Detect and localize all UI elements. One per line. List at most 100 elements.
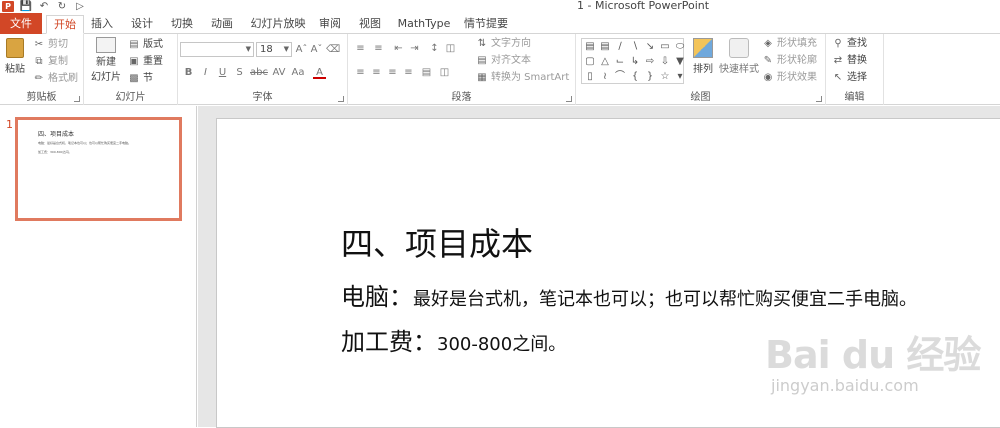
oval-icon[interactable]: ⬭	[673, 40, 687, 54]
layout-button[interactable]: ▤ 版式	[128, 38, 163, 52]
char-spacing-button[interactable]: AV	[271, 66, 287, 79]
slide-bullet[interactable]: 电脑：最好是台式机，笔记本也可以；也可以帮忙购买便宜二手电脑。	[341, 277, 917, 312]
tab-review[interactable]: 审阅	[314, 15, 346, 34]
tab-animations[interactable]: 动画	[206, 15, 238, 34]
smartart-button[interactable]: ▦ 转换为 SmartArt	[476, 71, 569, 85]
tab-insert[interactable]: 插入	[86, 15, 118, 34]
tab-home[interactable]: 开始	[46, 15, 84, 34]
slide-title[interactable]: 四、项目成本	[341, 219, 533, 265]
rounded-rectangle-icon[interactable]: ▢	[583, 55, 597, 69]
text-direction-icon: ⇅	[477, 38, 487, 49]
arc-icon[interactable]: ⌒	[613, 70, 627, 84]
bullets-icon[interactable]: ≡	[354, 42, 367, 55]
elbow-arrow-icon[interactable]: ↳	[628, 55, 642, 69]
font-size-combo[interactable]: 18 ▼	[256, 42, 292, 57]
replace-button[interactable]: ⇄ 替换	[832, 54, 867, 68]
left-brace-icon[interactable]: {	[628, 70, 642, 84]
section-button[interactable]: ▩ 节	[128, 72, 153, 86]
decrease-indent-icon[interactable]: ⇤	[392, 42, 405, 55]
tab-transitions[interactable]: 切换	[166, 15, 198, 34]
tab-view[interactable]: 视图	[354, 15, 386, 34]
gallery-expand-icon[interactable]: ▾	[673, 70, 687, 84]
slide-thumbnail[interactable]: 四、项目成本 电脑：最好是台式机，笔记本也可以；也可以帮忙购买便宜二手电脑。 加…	[15, 117, 182, 221]
window-title: 1 - Microsoft PowerPoint	[577, 0, 710, 12]
layout-icon: ▤	[129, 39, 139, 50]
rectangle-icon[interactable]: ▭	[658, 40, 672, 54]
undo-icon[interactable]: ↶	[38, 1, 50, 12]
find-button[interactable]: ⚲ 查找	[832, 37, 867, 51]
shape-effects-button[interactable]: ◉ 形状效果	[762, 71, 817, 85]
columns-2-icon[interactable]: ◫	[438, 66, 451, 79]
tab-file[interactable]: 文件	[0, 13, 42, 34]
paragraph-launcher-icon[interactable]	[566, 96, 572, 102]
underline-button[interactable]: U	[216, 66, 229, 79]
vertical-textbox-icon[interactable]: ▤	[598, 40, 612, 54]
bold-button[interactable]: B	[182, 66, 195, 79]
grow-font-icon[interactable]: Aˆ	[295, 43, 308, 56]
text-direction-button[interactable]: ⇅ 文字方向	[476, 37, 531, 51]
arrow-line-icon[interactable]: ↘	[643, 40, 657, 54]
slide-bullet[interactable]: 加工费：300-800之间。	[341, 322, 566, 357]
align-center-icon[interactable]: ≡	[370, 66, 383, 79]
paste-button[interactable]: 粘贴	[3, 38, 27, 75]
align-left-icon[interactable]: ≡	[354, 66, 367, 79]
slide-canvas[interactable]: 四、项目成本 电脑：最好是台式机，笔记本也可以；也可以帮忙购买便宜二手电脑。 加…	[216, 118, 1000, 428]
redo-icon[interactable]: ↻	[56, 1, 68, 12]
diagonal-line-icon[interactable]: ∖	[628, 40, 642, 54]
curve-icon[interactable]: ≀	[598, 70, 612, 84]
triangle-icon[interactable]: △	[598, 55, 612, 69]
more-shapes-icon[interactable]: ▼	[673, 55, 687, 69]
drawing-launcher-icon[interactable]	[816, 96, 822, 102]
ribbon-tabs: 文件 开始 插入 设计 切换 动画 幻灯片放映 审阅 视图 MathType 情…	[0, 13, 1000, 34]
down-arrow-icon[interactable]: ⇩	[658, 55, 672, 69]
ppt-logo-icon: P	[2, 1, 14, 12]
line-spacing-icon[interactable]: ↕	[428, 42, 441, 55]
copy-icon: ⧉	[35, 56, 43, 67]
font-name-combo[interactable]: ▼	[180, 42, 254, 57]
shrink-font-icon[interactable]: Aˇ	[310, 43, 323, 56]
shapes-gallery[interactable]: ▤ ▤ ∕ ∖ ↘ ▭ ⬭ ▢ △ ⌙ ↳ ⇨ ⇩ ▼ ▯ ≀ ⌒ { } ☆ …	[581, 38, 684, 84]
textbox-icon[interactable]: ▤	[583, 40, 597, 54]
italic-button[interactable]: I	[199, 66, 212, 79]
copy-button[interactable]: ⧉ 复制	[33, 55, 68, 69]
freeform-icon[interactable]: ▯	[583, 70, 597, 84]
increase-indent-icon[interactable]: ⇥	[408, 42, 421, 55]
fill-icon: ◈	[764, 38, 772, 49]
cut-button[interactable]: ✂ 剪切	[33, 38, 68, 52]
tab-design[interactable]: 设计	[126, 15, 158, 34]
star-icon[interactable]: ☆	[658, 70, 672, 84]
start-presentation-icon[interactable]: ▷	[74, 1, 86, 12]
align-right-icon[interactable]: ≡	[386, 66, 399, 79]
tab-mathtype[interactable]: MathType	[396, 15, 452, 34]
numbering-icon[interactable]: ≡	[372, 42, 385, 55]
change-case-button[interactable]: Aa	[290, 66, 306, 79]
right-brace-icon[interactable]: }	[643, 70, 657, 84]
distribute-icon[interactable]: ▤	[420, 66, 433, 79]
paste-icon	[6, 38, 24, 58]
new-slide-button[interactable]: 新建 幻灯片	[88, 37, 124, 83]
line-icon[interactable]: ∕	[613, 40, 627, 54]
slide-thumbnail-pane: 1 四、项目成本 电脑：最好是台式机，笔记本也可以；也可以帮忙购买便宜二手电脑。…	[0, 106, 197, 427]
clipboard-launcher-icon[interactable]	[74, 96, 80, 102]
justify-icon[interactable]: ≡	[402, 66, 415, 79]
quick-styles-button[interactable]: 快速样式	[719, 38, 759, 75]
arrange-button[interactable]: 排列	[688, 38, 718, 75]
format-painter-button[interactable]: ✏ 格式刷	[33, 72, 78, 86]
align-text-button[interactable]: ▤ 对齐文本	[476, 54, 531, 68]
save-icon[interactable]: 💾	[20, 1, 32, 12]
right-arrow-icon[interactable]: ⇨	[643, 55, 657, 69]
select-button[interactable]: ↖ 选择	[832, 71, 867, 85]
reset-button[interactable]: ▣ 重置	[128, 55, 163, 69]
font-color-button[interactable]: A	[313, 66, 326, 79]
font-launcher-icon[interactable]	[338, 96, 344, 102]
clear-format-icon[interactable]: ⌫	[326, 43, 340, 56]
strikethrough-button[interactable]: abc	[250, 66, 268, 79]
elbow-connector-icon[interactable]: ⌙	[613, 55, 627, 69]
tab-slideshow[interactable]: 幻灯片放映	[250, 15, 306, 34]
bullet-value: 300-800之间。	[437, 334, 567, 355]
shape-fill-button[interactable]: ◈ 形状填充	[762, 37, 817, 51]
shadow-button[interactable]: S	[233, 66, 246, 79]
tab-storyboard[interactable]: 情节提要	[462, 15, 510, 34]
shape-outline-button[interactable]: ✎ 形状轮廓	[762, 54, 817, 68]
columns-icon[interactable]: ◫	[444, 42, 457, 55]
